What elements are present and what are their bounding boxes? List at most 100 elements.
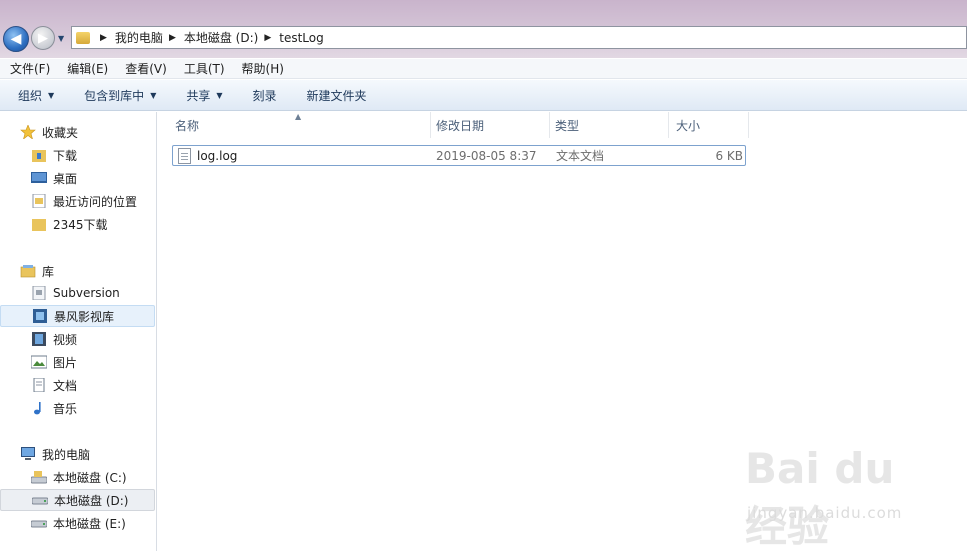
- sidebar-item-label: 暴风影视库: [54, 309, 115, 324]
- sidebar-item-music[interactable]: 音乐: [0, 397, 155, 419]
- sidebar-item-desktop[interactable]: 桌面: [0, 167, 155, 189]
- file-size-cell: 6 KB: [670, 146, 743, 165]
- folder-icon: [76, 31, 90, 44]
- chevron-right-icon[interactable]: ▶: [100, 33, 107, 43]
- sidebar-item-pictures[interactable]: 图片: [0, 351, 155, 373]
- breadcrumb-drive-d[interactable]: 本地磁盘 (D:): [184, 29, 258, 46]
- sidebar-group-label: 库: [42, 264, 55, 279]
- sidebar-group-label: 收藏夹: [42, 125, 79, 140]
- sidebar-item-downloads[interactable]: 下载: [0, 144, 155, 166]
- sidebar-item-label: 桌面: [53, 171, 78, 186]
- film-icon: [32, 332, 46, 346]
- sidebar-item-label: 文档: [53, 378, 78, 393]
- column-header-type[interactable]: 类型: [550, 112, 669, 138]
- column-header-label: 大小: [676, 118, 701, 133]
- menu-file[interactable]: 文件(F): [0, 60, 57, 77]
- include-in-library-button[interactable]: 包含到库中 ▼: [66, 80, 168, 111]
- file-row[interactable]: log.log 2019-08-05 8:37 文本文档 6 KB: [172, 145, 746, 166]
- recent-pages-dropdown[interactable]: ▼: [58, 34, 68, 44]
- music-note-icon: [34, 402, 41, 415]
- breadcrumb-item[interactable]: ▶ testLog: [258, 31, 323, 45]
- sidebar-item-storm-video-library[interactable]: 暴风影视库: [0, 305, 155, 327]
- menu-tools[interactable]: 工具(T): [174, 60, 232, 77]
- back-button[interactable]: ◀: [3, 26, 29, 52]
- breadcrumb-item[interactable]: ▶ 我的电脑: [94, 29, 163, 46]
- caret-down-icon: ▼: [48, 90, 55, 100]
- organize-button[interactable]: 组织 ▼: [0, 80, 66, 111]
- column-header-modified[interactable]: 修改日期: [431, 112, 550, 138]
- picture-icon: [31, 355, 47, 369]
- share-label: 共享: [186, 88, 211, 103]
- file-type: 文本文档: [556, 149, 605, 163]
- library-icon: [20, 265, 36, 278]
- sidebar-item-label: 本地磁盘 (D:): [54, 493, 129, 508]
- sidebar-group-libraries[interactable]: 库: [0, 260, 155, 282]
- menu-edit[interactable]: 编辑(E): [57, 60, 115, 77]
- forward-button[interactable]: ▶: [31, 26, 55, 50]
- menu-view[interactable]: 查看(V): [115, 60, 174, 77]
- arrow-right-icon: ▶: [38, 30, 48, 46]
- caret-down-icon: ▼: [216, 90, 223, 100]
- chevron-right-icon[interactable]: ▶: [264, 33, 271, 43]
- organize-label: 组织: [18, 88, 43, 103]
- watermark-logo-text: Bai du 经验: [745, 444, 895, 551]
- breadcrumb-my-computer[interactable]: 我的电脑: [115, 29, 163, 46]
- sidebar-item-videos[interactable]: 视频: [0, 328, 155, 350]
- sidebar-item-2345-downloads[interactable]: 2345下载: [0, 213, 155, 235]
- file-modified: 2019-08-05 8:37: [436, 148, 537, 163]
- breadcrumb-item[interactable]: ▶ 本地磁盘 (D:): [163, 29, 258, 46]
- new-folder-label: 新建文件夹: [306, 88, 367, 103]
- system-drive-icon: [31, 471, 47, 484]
- sidebar-item-label: 图片: [53, 355, 78, 370]
- star-icon: [20, 125, 36, 139]
- recent-places-icon: [32, 194, 46, 208]
- computer-icon: [21, 447, 35, 460]
- burn-button[interactable]: 刻录: [235, 80, 289, 111]
- chevron-down-icon: ▼: [58, 34, 65, 43]
- chevron-right-icon[interactable]: ▶: [169, 33, 176, 43]
- burn-label: 刻录: [252, 88, 277, 103]
- sidebar-item-label: 本地磁盘 (C:): [53, 470, 127, 485]
- sidebar-group-label: 我的电脑: [42, 447, 91, 462]
- sidebar-group-favorites[interactable]: 收藏夹: [0, 121, 155, 143]
- sidebar-item-documents[interactable]: 文档: [0, 374, 155, 396]
- caret-down-icon: ▼: [150, 90, 157, 100]
- new-folder-button[interactable]: 新建文件夹: [289, 80, 379, 111]
- file-type-cell: 文本文档: [556, 146, 666, 165]
- sidebar-item-drive-c[interactable]: 本地磁盘 (C:): [0, 466, 155, 488]
- watermark-url: jingyan.baidu.com: [747, 504, 903, 522]
- file-name: log.log: [197, 148, 238, 163]
- sidebar-group-my-computer[interactable]: 我的电脑: [0, 443, 155, 465]
- download-folder-icon: [32, 150, 46, 162]
- menu-bar: 文件(F) 编辑(E) 查看(V) 工具(T) 帮助(H): [0, 59, 967, 79]
- column-header-label: 修改日期: [436, 118, 485, 133]
- sidebar-item-label: 本地磁盘 (E:): [53, 516, 126, 531]
- breadcrumb-testlog[interactable]: testLog: [279, 31, 323, 45]
- subversion-library-icon: [32, 286, 46, 300]
- menu-help[interactable]: 帮助(H): [232, 60, 291, 77]
- sidebar-item-subversion[interactable]: Subversion: [0, 282, 155, 304]
- column-header-label: 类型: [555, 118, 580, 133]
- arrow-left-icon: ◀: [10, 31, 22, 47]
- sidebar-item-label: 视频: [53, 332, 78, 347]
- column-header-name[interactable]: 名称: [158, 112, 431, 138]
- sidebar-item-label: Subversion: [53, 286, 120, 300]
- video-library-icon: [33, 309, 47, 323]
- hard-drive-icon: [32, 497, 48, 505]
- column-header-row: ▲ 名称 修改日期 类型 大小: [158, 112, 967, 138]
- document-icon: [33, 378, 45, 392]
- sidebar-item-recent-places[interactable]: 最近访问的位置: [0, 190, 155, 212]
- file-size: 6 KB: [715, 148, 743, 163]
- file-name-cell: log.log: [173, 146, 432, 165]
- text-file-icon: [178, 147, 191, 164]
- address-bar[interactable]: ▶ 我的电脑 ▶ 本地磁盘 (D:) ▶ testLog: [71, 26, 967, 49]
- sidebar-item-drive-d[interactable]: 本地磁盘 (D:): [0, 489, 155, 511]
- include-in-library-label: 包含到库中: [84, 88, 145, 103]
- sidebar-item-label: 2345下载: [53, 217, 108, 232]
- sidebar-item-label: 音乐: [53, 401, 78, 416]
- sidebar-item-drive-e[interactable]: 本地磁盘 (E:): [0, 512, 155, 534]
- share-button[interactable]: 共享 ▼: [168, 80, 234, 111]
- sidebar-item-label: 最近访问的位置: [53, 194, 138, 209]
- column-header-size[interactable]: 大小: [669, 112, 749, 138]
- hard-drive-icon: [31, 520, 47, 528]
